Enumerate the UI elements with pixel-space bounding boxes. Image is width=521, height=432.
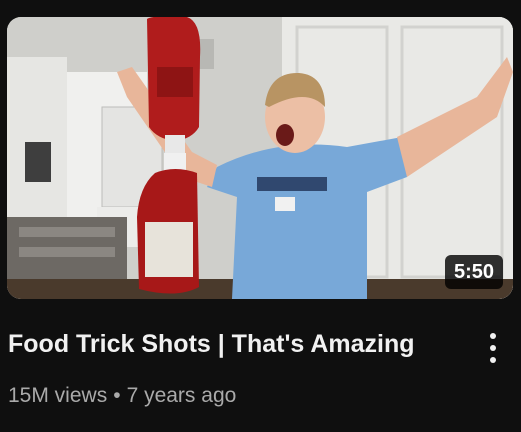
vertical-ellipsis-icon [490, 330, 496, 366]
thumbnail-image [7, 17, 513, 299]
video-title[interactable]: Food Trick Shots | That's Amazing [8, 326, 468, 362]
video-card[interactable]: 5:50 Food Trick Shots | That's Amazing 1… [0, 0, 521, 432]
upload-age: 7 years ago [126, 384, 237, 407]
video-thumbnail[interactable]: 5:50 [7, 17, 513, 299]
more-actions-button[interactable] [479, 328, 507, 368]
view-count: 15M views [8, 384, 108, 407]
separator-dot: • [113, 384, 121, 407]
video-stats: 15M views • 7 years ago [8, 382, 468, 410]
video-meta: Food Trick Shots | That's Amazing 15M vi… [8, 326, 468, 410]
duration-badge: 5:50 [444, 255, 503, 289]
